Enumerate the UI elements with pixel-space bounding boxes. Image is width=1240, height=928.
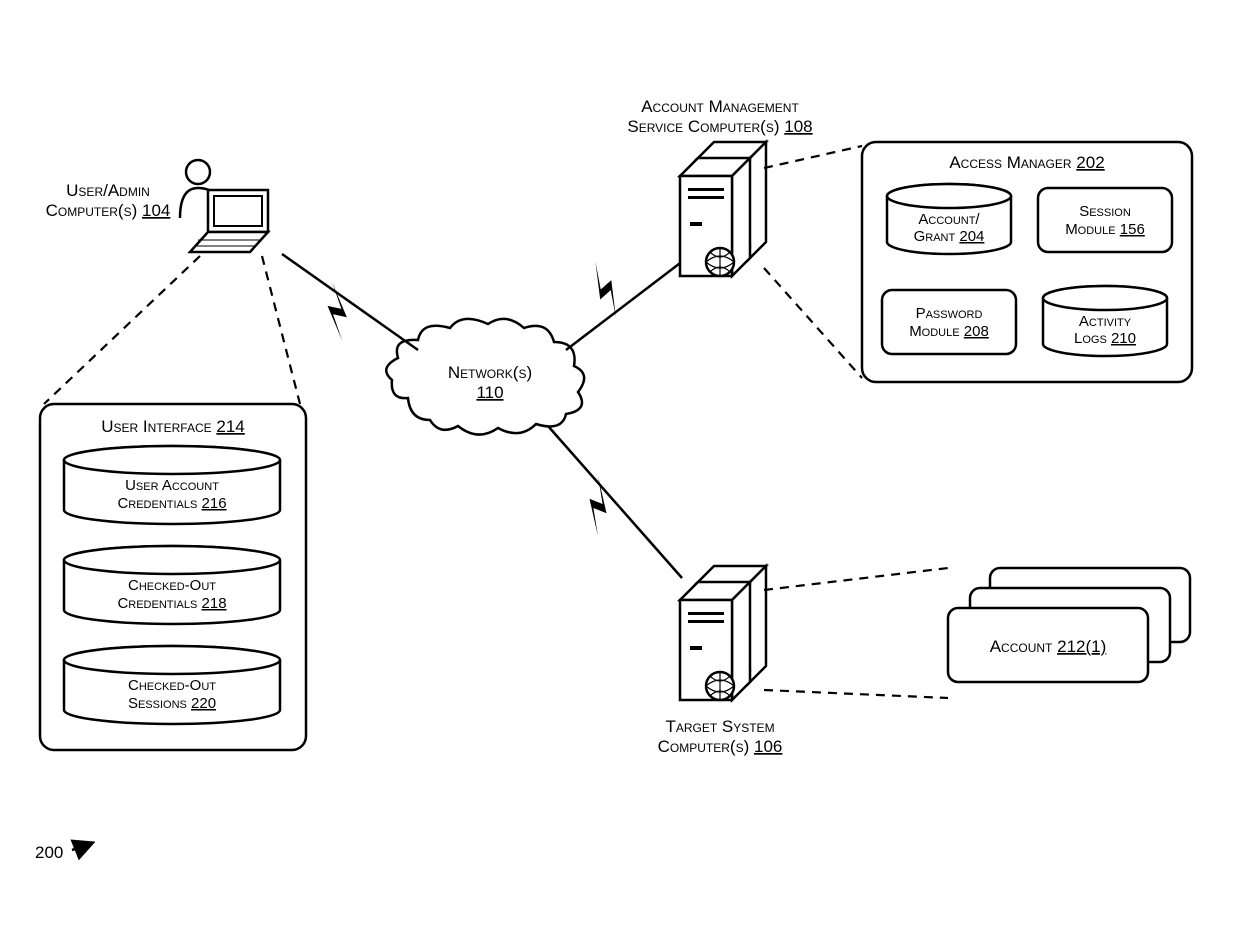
am-item-2-l2: Module 208: [909, 323, 989, 340]
user-admin-label-2: Computer(s) 104: [46, 201, 171, 220]
callout-line: [44, 256, 200, 404]
diagram-figure: 200 User/Admin Computer(s) 104 User Inte…: [0, 0, 1240, 928]
user-interface-title: User Interface 214: [101, 417, 245, 436]
am-item-2-l1: Password: [916, 305, 983, 322]
user-admin-label-1: User/Admin: [66, 181, 150, 200]
account-card-stack: Account 212(1): [948, 568, 1190, 682]
callout-line: [764, 568, 948, 590]
target-server-group: [680, 566, 766, 700]
ui-cyl-2-l2: Sessions 220: [128, 695, 216, 712]
network-cloud: Network(s) 110: [386, 319, 584, 435]
account-card-label: Account 212(1): [990, 637, 1107, 656]
ams-label-1: Account Management: [641, 97, 799, 116]
callout-line: [764, 690, 948, 698]
link-line: [548, 426, 682, 578]
callout-line: [764, 146, 862, 168]
am-item-0-l2: Grant 204: [914, 228, 985, 245]
access-manager-panel: Access Manager 202 Account/ Grant 204 Se…: [862, 142, 1192, 382]
network-label: Network(s): [448, 363, 532, 382]
callout-line: [764, 268, 862, 378]
callout-line: [262, 256, 300, 404]
ui-cyl-1-l2: Credentials 218: [117, 595, 226, 612]
access-manager-title: Access Manager 202: [949, 153, 1104, 172]
ui-cyl-0-l1: User Account: [125, 477, 219, 494]
ui-cyl-1-l1: Checked-Out: [128, 577, 216, 594]
link-line: [566, 254, 692, 350]
ams-label-2: Service Computer(s) 108: [627, 117, 812, 136]
am-item-3-l2: Logs 210: [1074, 330, 1136, 347]
user-admin-node: [180, 160, 268, 252]
am-item-3-l1: Activity: [1079, 313, 1132, 330]
target-label-1: Target System: [665, 717, 774, 736]
ui-cyl-2-l1: Checked-Out: [128, 677, 216, 694]
figure-ref: 200: [35, 843, 92, 862]
ui-cyl-0-l2: Credentials 216: [117, 495, 226, 512]
user-interface-panel: User Interface 214 User Account Credenti…: [40, 404, 306, 750]
am-item-1-l1: Session: [1079, 203, 1131, 220]
ams-server-group: [680, 142, 766, 276]
link-line: [282, 254, 418, 350]
am-item-0-l1: Account/: [918, 211, 980, 228]
target-label-2: Computer(s) 106: [658, 737, 783, 756]
figure-ref-number: 200: [35, 843, 63, 862]
am-item-1-l2: Module 156: [1065, 221, 1145, 238]
network-ref: 110: [476, 383, 503, 402]
